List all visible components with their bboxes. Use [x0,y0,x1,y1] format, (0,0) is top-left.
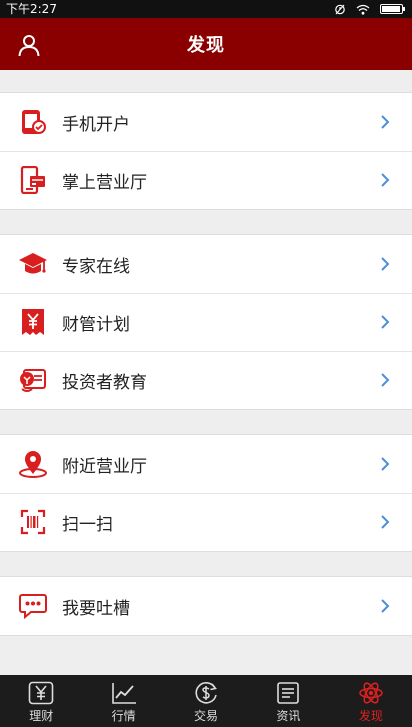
user-button[interactable] [14,30,44,60]
barcode-scan-icon [18,507,48,537]
tab-news[interactable]: 资讯 [247,675,329,727]
menu-item-label: 手机开户 [62,114,130,135]
tab-label: 交易 [194,708,219,723]
tab-label: 理财 [29,708,54,723]
chevron-right-icon [381,315,390,329]
education-icon [18,365,48,395]
menu-item-label: 财管计划 [62,314,130,335]
chevron-right-icon [381,515,390,529]
menu-group-services: 专家在线 财管计划 投资者教育 [0,234,412,410]
menu-item-label: 掌上营业厅 [62,172,147,193]
alarm-icon [335,4,345,15]
tab-market[interactable]: 行情 [82,675,164,727]
chat-bubble-icon [18,591,48,621]
menu-item-expert-online[interactable]: 专家在线 [0,235,412,293]
menu-group-feedback: 我要吐槽 [0,576,412,636]
tab-label: 行情 [111,708,136,723]
yuan-plan-icon [18,307,48,337]
menu-item-feedback[interactable]: 我要吐槽 [0,577,412,635]
menu-item-investor-education[interactable]: 投资者教育 [0,351,412,409]
news-icon [276,679,300,707]
menu-item-wealth-plan[interactable]: 财管计划 [0,293,412,351]
menu-item-label: 附近营业厅 [62,456,147,477]
tab-label: 资讯 [276,708,301,723]
tab-label: 发现 [358,708,383,723]
bottom-tab-bar: 理财 行情 交易 资讯 发现 [0,675,412,727]
battery-icon [380,4,405,14]
discover-list: 手机开户 掌上营业厅 专家在线 财管计划 投资者教育 附近营业厅 扫一扫 我要吐… [0,70,412,636]
menu-item-label: 我要吐槽 [62,598,130,619]
graduation-cap-icon [18,249,48,279]
discover-icon [358,679,384,707]
status-bar: 下午2:27 [0,0,412,18]
chevron-right-icon [381,257,390,271]
tab-discover[interactable]: 发现 [330,675,412,727]
chevron-right-icon [381,173,390,187]
dollar-exchange-icon [193,679,219,707]
menu-item-label: 扫一扫 [62,514,113,535]
yuan-icon [28,679,54,707]
wifi-icon [356,4,370,15]
menu-item-nearby-hall[interactable]: 附近营业厅 [0,435,412,493]
menu-group-account: 手机开户 掌上营业厅 [0,92,412,210]
menu-item-mobile-account[interactable]: 手机开户 [0,93,412,151]
menu-item-mobile-hall[interactable]: 掌上营业厅 [0,151,412,209]
menu-item-scan[interactable]: 扫一扫 [0,493,412,551]
mobile-hall-icon [18,165,48,195]
chevron-right-icon [381,599,390,613]
user-icon [18,35,40,57]
tab-wealth[interactable]: 理财 [0,675,82,727]
chevron-right-icon [381,373,390,387]
app-bar: 发现 [0,18,412,70]
menu-item-label: 专家在线 [62,256,130,277]
status-icons [334,3,406,15]
status-time: 下午2:27 [6,2,57,16]
location-pin-icon [18,449,48,479]
chevron-right-icon [381,457,390,471]
menu-item-label: 投资者教育 [62,372,147,393]
tab-trade[interactable]: 交易 [165,675,247,727]
page-title: 发现 [187,35,225,56]
chevron-right-icon [381,115,390,129]
phone-account-icon [18,107,48,137]
chart-icon [111,679,137,707]
menu-group-tools: 附近营业厅 扫一扫 [0,434,412,552]
